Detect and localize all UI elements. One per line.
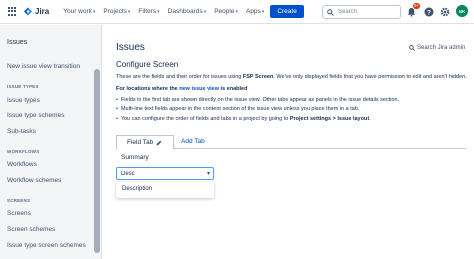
create-button[interactable]: Create	[270, 5, 304, 18]
logo-text: Jira	[35, 7, 50, 16]
note-text: For locations where the	[116, 86, 180, 92]
note-text-end: is enabled	[219, 86, 248, 92]
bullet-text: You can configure the order of fields an…	[120, 115, 290, 122]
sidebar-item-issue-type-schemes[interactable]: Issue type schemes	[7, 112, 64, 119]
nav-label: Your work	[63, 8, 92, 15]
pencil-icon[interactable]	[156, 140, 162, 146]
app-switcher-icon[interactable]	[8, 6, 18, 17]
search-icon	[327, 8, 334, 16]
sidebar-item-sub-tasks[interactable]: Sub-tasks	[7, 128, 36, 135]
search-input[interactable]	[338, 9, 398, 15]
admin-sidebar: Issues New issue view transition ISSUE T…	[0, 25, 102, 259]
info-bullets: Fields in the first tab are shown direct…	[116, 97, 399, 125]
desc-text-end: . We've only displayed fields that you h…	[273, 74, 467, 80]
sidebar-item-screens[interactable]: Screens	[7, 210, 31, 217]
nav-people[interactable]: People ▾	[214, 8, 238, 15]
add-tab-link[interactable]: Add Tab	[181, 138, 205, 145]
nav-label: Apps	[245, 8, 261, 15]
nav-dashboards[interactable]: Dashboards ▾	[168, 8, 207, 15]
tab-field-tab[interactable]: Field Tab	[116, 135, 174, 150]
nav-label: Projects	[103, 8, 127, 15]
svg-text:?: ?	[427, 9, 431, 16]
add-field-select[interactable]: ▾	[116, 167, 214, 180]
top-navigation: Jira Your work ▾ Projects ▾ Filters ▾ Dashb…	[0, 0, 474, 24]
help-icon[interactable]: ?	[423, 6, 434, 17]
sidebar-item-workflows[interactable]: Workflows	[7, 161, 37, 168]
chevron-down-icon[interactable]: ▾	[207, 170, 210, 177]
issue-layout-path: Project settings > Issue layout	[289, 115, 370, 122]
search-icon	[409, 45, 415, 51]
jira-logo[interactable]: Jira	[24, 7, 49, 16]
nav-filters[interactable]: Filters ▾	[138, 8, 159, 15]
bullet-configure-order: You can configure the order of fields an…	[116, 116, 399, 122]
screen-tabs: Field Tab Add Tab	[116, 135, 466, 150]
gear-icon[interactable]	[439, 6, 450, 17]
search-jira-admin-link[interactable]: Search Jira admin	[409, 45, 465, 51]
sidebar-heading-screens: SCREENS	[7, 198, 31, 203]
nav-your-work[interactable]: Your work ▾	[63, 8, 95, 15]
screen-subtitle: Configure Screen	[116, 60, 179, 69]
page-title: Issues	[116, 42, 145, 53]
sidebar-item-issue-type-screen-schemes[interactable]: Issue type screen schemes	[7, 242, 86, 249]
sidebar-title: Issues	[7, 39, 28, 46]
chevron-down-icon: ▾	[235, 8, 238, 15]
chevron-down-icon: ▾	[92, 8, 96, 15]
tab-label: Field Tab	[127, 139, 154, 146]
field-summary[interactable]: Summary	[121, 154, 149, 161]
main-content: Issues Search Jira admin Configure Scree…	[103, 25, 474, 259]
sidebar-item-screen-schemes[interactable]: Screen schemes	[7, 226, 55, 233]
screen-description: These are the fields and their order for…	[116, 74, 467, 80]
nav-label: People	[214, 8, 235, 15]
sidebar-scrollbar[interactable]	[94, 69, 100, 253]
field-dropdown: Description	[116, 182, 214, 198]
nav-projects[interactable]: Projects ▾	[103, 8, 130, 15]
dropdown-option-description[interactable]: Description	[122, 186, 152, 192]
desc-text: These are the fields and their order for…	[116, 74, 243, 80]
screen-name: FSP Screen	[242, 74, 274, 80]
sidebar-item-new-issue-view-transition[interactable]: New issue view transition	[7, 63, 80, 70]
nav-apps[interactable]: Apps ▾	[246, 8, 264, 15]
nav-label: Filters	[138, 8, 157, 15]
bullet-multi-line: Multi-line text fields appear in the con…	[116, 106, 399, 112]
bullet-first-tab: Fields in the first tab are shown direct…	[116, 97, 399, 103]
chevron-down-icon: ▾	[127, 8, 131, 15]
nav-label: Dashboards	[167, 8, 203, 15]
sidebar-item-issue-types[interactable]: Issue types	[7, 97, 40, 104]
jira-logo-icon	[24, 7, 32, 16]
chevron-down-icon: ▾	[157, 8, 160, 15]
chevron-down-icon: ▾	[261, 8, 265, 15]
issue-view-note: For locations where the new issue view i…	[116, 86, 247, 92]
avatar[interactable]: NK	[456, 5, 468, 17]
global-search[interactable]	[322, 5, 401, 19]
sidebar-item-workflow-schemes[interactable]: Workflow schemes	[7, 177, 61, 184]
chevron-down-icon: ▾	[203, 8, 207, 15]
sidebar-heading-workflows: WORKFLOWS	[7, 149, 40, 154]
add-field-input[interactable]	[121, 170, 201, 177]
notification-badge: 9+	[413, 3, 421, 9]
bullet-text-end: .	[369, 115, 371, 122]
sidebar-heading-issue-types: ISSUE TYPES	[7, 84, 39, 89]
new-issue-view-link[interactable]: new issue view	[179, 86, 219, 92]
search-admin-label: Search Jira admin	[417, 45, 466, 51]
